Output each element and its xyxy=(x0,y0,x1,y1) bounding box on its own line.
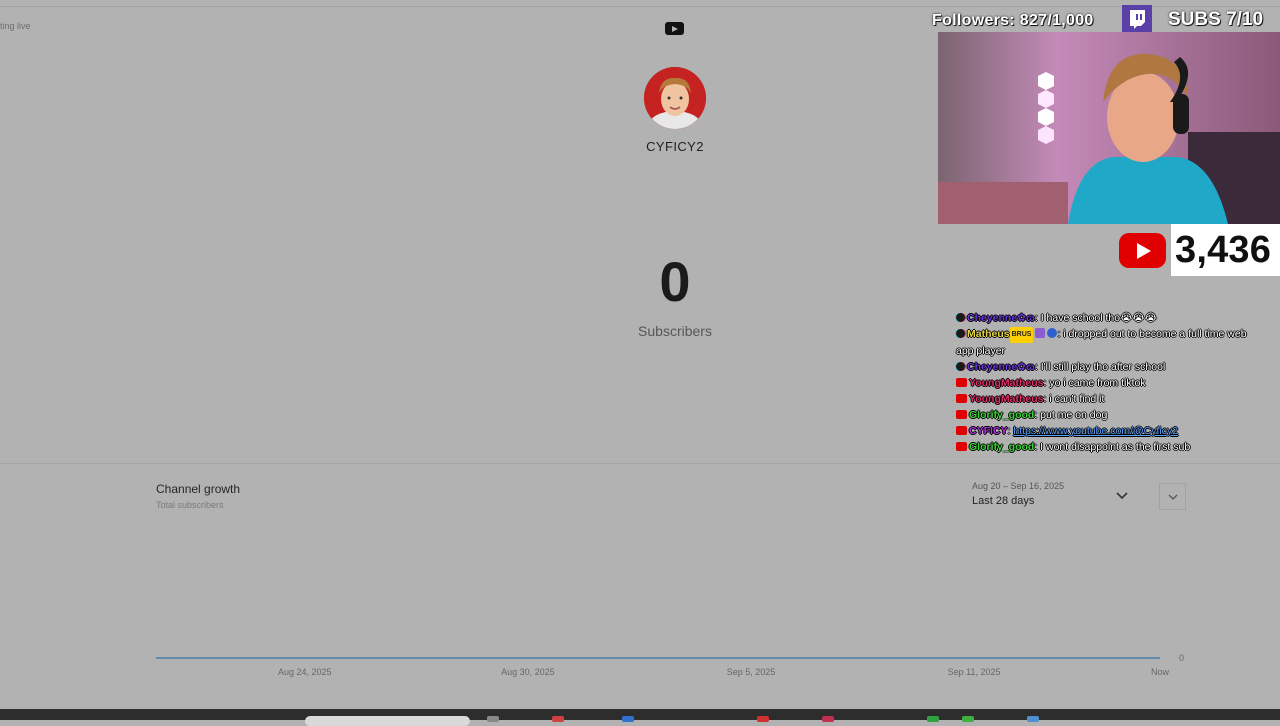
badge-icon xyxy=(1035,328,1046,338)
chat-text: : I have school tho😭😭😭 xyxy=(1034,312,1157,324)
taskbar xyxy=(0,709,1280,720)
chat-message: Glorify_good: put me on dog xyxy=(956,407,1266,423)
chat-text: : I'll still play tho after school xyxy=(1034,361,1166,373)
taskbar-search[interactable] xyxy=(305,716,470,726)
chat-message: Glorify_good: I wont disappoint as the f… xyxy=(956,439,1266,455)
taskbar-app-icon[interactable] xyxy=(822,716,834,722)
tiktok-icon xyxy=(956,362,965,371)
chat-username: Cheyenne✿ɷ xyxy=(967,312,1035,324)
chat-username: YoungMatheus xyxy=(969,377,1044,389)
chat-username: YoungMatheus xyxy=(969,393,1044,405)
x-tick-label: Sep 5, 2025 xyxy=(727,667,776,677)
growth-title: Channel growth xyxy=(156,482,241,496)
growth-subtitle: Total subscribers xyxy=(156,500,224,510)
chat-message: Cheyenne✿ɷ: I have school tho😭😭😭 xyxy=(956,310,1266,326)
channel-name: CYFICY2 xyxy=(646,139,704,154)
x-tick-label: Now xyxy=(1151,667,1170,677)
chat-username: Glorify_good xyxy=(969,441,1035,453)
youtube-icon xyxy=(956,426,967,435)
chat-overlay: Cheyenne✿ɷ: I have school tho😭😭😭 Matheus B… xyxy=(956,310,1266,455)
tiktok-icon xyxy=(956,313,965,322)
chat-text: : put me on dog xyxy=(1034,409,1108,421)
expand-chart-button[interactable] xyxy=(1159,483,1186,510)
taskbar-app-icon[interactable] xyxy=(487,716,499,722)
y-tick-label: 0 xyxy=(1179,653,1184,663)
chat-message: Matheus BRUS: i dropped out to become a f… xyxy=(956,326,1266,359)
youtube-icon xyxy=(956,378,967,387)
badge-icon xyxy=(1047,328,1058,338)
taskbar-app-icon[interactable] xyxy=(757,716,769,722)
chat-username: Glorify_good xyxy=(969,409,1035,421)
subs-goal: SUBS 7/10 xyxy=(1168,9,1264,30)
youtube-icon xyxy=(956,442,967,451)
x-tick-label: Sep 11, 2025 xyxy=(948,667,1001,677)
youtube-icon xyxy=(956,394,967,403)
chat-message: YoungMatheus: yo i came from tiktok xyxy=(956,375,1266,391)
chat-link[interactable]: https://www.youtube.com/@Cyficy2 xyxy=(1013,425,1178,437)
date-range: Aug 20 – Sep 16, 2025 xyxy=(972,481,1065,491)
subscriber-count: 0 xyxy=(659,250,691,313)
youtube-subscriber-count: 3,436 xyxy=(1175,229,1272,271)
followers-goal: Followers: 827/1,000 xyxy=(932,12,1094,29)
chat-message: YoungMatheus: i can't find it xyxy=(956,391,1266,407)
x-tick-label: Aug 30, 2025 xyxy=(501,667,555,677)
taskbar-app-icon[interactable] xyxy=(552,716,564,722)
taskbar-app-icon[interactable] xyxy=(622,716,634,722)
chat-username: Matheus xyxy=(967,328,1010,340)
chat-username: CYFICY xyxy=(969,425,1008,437)
section-divider xyxy=(0,463,1280,464)
taskbar-app-icon[interactable] xyxy=(962,716,974,722)
chat-badge: BRUS xyxy=(1009,327,1034,343)
status-text: ting live xyxy=(0,21,31,31)
taskbar-app-icon[interactable] xyxy=(927,716,939,722)
tiktok-icon xyxy=(956,329,965,338)
subscriber-label: Subscribers xyxy=(638,323,712,339)
taskbar-app-icon[interactable] xyxy=(1027,716,1039,722)
youtube-icon xyxy=(956,410,967,419)
webcam-feed xyxy=(938,32,1280,224)
x-tick-label: Aug 24, 2025 xyxy=(278,667,332,677)
growth-chart: Aug 24, 2025 Aug 30, 2025 Sep 5, 2025 Sep 1… xyxy=(156,653,1184,677)
twitch-icon xyxy=(1122,5,1152,33)
avatar[interactable] xyxy=(644,67,706,129)
chat-text: : I wont disappoint as the first sub xyxy=(1034,441,1191,453)
chat-username: Cheyenne✿ɷ xyxy=(967,361,1035,373)
youtube-icon xyxy=(665,22,684,35)
youtube-logo-icon xyxy=(1119,233,1166,268)
chat-message: CYFICY: https://www.youtube.com/@Cyficy2 xyxy=(956,423,1266,439)
chat-message: Cheyenne✿ɷ: I'll still play tho after sc… xyxy=(956,359,1266,375)
chat-text: : yo i came from tiktok xyxy=(1043,377,1146,389)
range-selector[interactable]: Last 28 days xyxy=(972,495,1034,507)
chat-text: : i can't find it xyxy=(1043,393,1105,405)
chevron-down-icon xyxy=(1168,494,1178,500)
chevron-down-icon[interactable] xyxy=(1114,489,1130,503)
top-divider xyxy=(0,6,1280,7)
